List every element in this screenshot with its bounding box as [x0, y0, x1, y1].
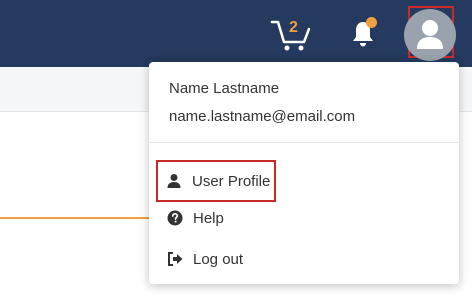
- menu-item-label: Log out: [193, 250, 244, 268]
- menu-divider: [149, 142, 459, 143]
- menu-item-help[interactable]: Help: [165, 204, 224, 232]
- cart-count-badge: 2: [289, 19, 298, 36]
- user-name: Name Lastname: [169, 80, 280, 97]
- sign-out-icon: [165, 249, 185, 269]
- accent-line: [0, 217, 152, 219]
- user-avatar-icon: [417, 20, 443, 49]
- user-email: name.lastname@email.com: [169, 108, 356, 125]
- user-avatar-button[interactable]: [404, 6, 456, 61]
- user-menu-dropdown: Name Lastname name.lastname@email.com Us…: [149, 62, 459, 284]
- notification-indicator: [366, 17, 377, 28]
- question-circle-icon: [165, 208, 185, 228]
- menu-item-user-profile[interactable]: User Profile: [156, 160, 276, 202]
- user-icon: [164, 171, 184, 191]
- avatar: [404, 9, 456, 61]
- menu-item-log-out[interactable]: Log out: [165, 245, 243, 273]
- cart-button[interactable]: 2: [270, 18, 312, 52]
- menu-item-label: Help: [193, 209, 224, 227]
- menu-item-label: User Profile: [192, 172, 271, 190]
- notifications-button[interactable]: [346, 17, 380, 49]
- top-navbar: 2: [0, 0, 472, 67]
